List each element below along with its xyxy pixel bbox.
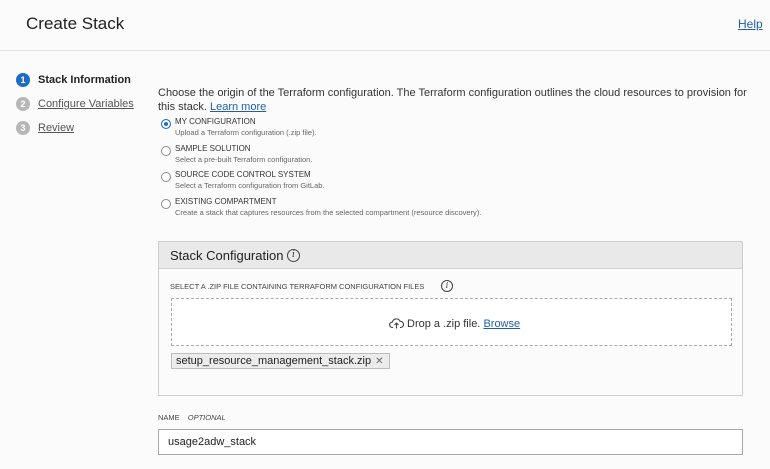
help-link[interactable]: Help bbox=[738, 17, 763, 31]
browse-link[interactable]: Browse bbox=[483, 318, 520, 330]
info-icon[interactable]: i bbox=[287, 249, 300, 262]
radio-description: Select a pre-built Terraform configurati… bbox=[175, 155, 313, 164]
step-label: Stack Information bbox=[38, 74, 131, 86]
radio-unselected-icon[interactable] bbox=[161, 172, 171, 182]
optional-tag: OPTIONAL bbox=[187, 413, 226, 422]
step-number: 1 bbox=[16, 73, 30, 87]
radio-description: Upload a Terraform configuration (.zip f… bbox=[175, 128, 317, 137]
stack-configuration-panel: Stack Configuration i SELECT A .ZIP FILE… bbox=[158, 241, 743, 396]
radio-description: Select a Terraform configuration from Gi… bbox=[175, 181, 325, 190]
learn-more-link[interactable]: Learn more bbox=[210, 101, 266, 113]
name-input[interactable] bbox=[158, 429, 743, 455]
file-name: setup_resource_management_stack.zip bbox=[176, 355, 372, 367]
radio-selected-icon[interactable] bbox=[161, 119, 171, 129]
zip-drop-zone[interactable]: Drop a .zip file. Browse bbox=[171, 298, 732, 346]
step-number: 2 bbox=[16, 97, 30, 111]
step-label[interactable]: Configure Variables bbox=[38, 97, 134, 111]
radio-title: EXISTING COMPARTMENT bbox=[175, 197, 277, 206]
selected-file-chip: setup_resource_management_stack.zip ✕ bbox=[171, 353, 391, 369]
close-icon[interactable]: ✕ bbox=[375, 356, 383, 367]
radio-title: MY CONFIGURATION bbox=[175, 117, 256, 126]
page-title: Create Stack bbox=[26, 14, 125, 33]
name-label-text: NAME bbox=[158, 413, 180, 422]
radio-title: SOURCE CODE CONTROL SYSTEM bbox=[175, 170, 311, 179]
step-label[interactable]: Review bbox=[38, 121, 74, 135]
zip-field-label: SELECT A .ZIP FILE CONTAINING TERRAFORM … bbox=[170, 282, 425, 291]
drop-zone-text: Drop a .zip file. bbox=[407, 318, 481, 330]
step-number: 3 bbox=[16, 121, 30, 135]
info-icon[interactable]: i bbox=[441, 280, 453, 292]
name-field-label: NAME OPTIONAL bbox=[158, 413, 226, 422]
radio-unselected-icon[interactable] bbox=[161, 146, 171, 156]
radio-unselected-icon[interactable] bbox=[161, 199, 171, 209]
drop-zone-content: Drop a .zip file. Browse bbox=[389, 317, 520, 330]
panel-title: Stack Configuration bbox=[170, 248, 284, 263]
origin-description: Choose the origin of the Terraform confi… bbox=[158, 86, 758, 114]
page-header: Create Stack Help bbox=[0, 0, 770, 51]
panel-header: Stack Configuration i bbox=[159, 242, 742, 269]
cloud-upload-icon bbox=[389, 318, 404, 329]
radio-title: SAMPLE SOLUTION bbox=[175, 144, 251, 153]
radio-description: Create a stack that captures resources f… bbox=[175, 208, 482, 217]
